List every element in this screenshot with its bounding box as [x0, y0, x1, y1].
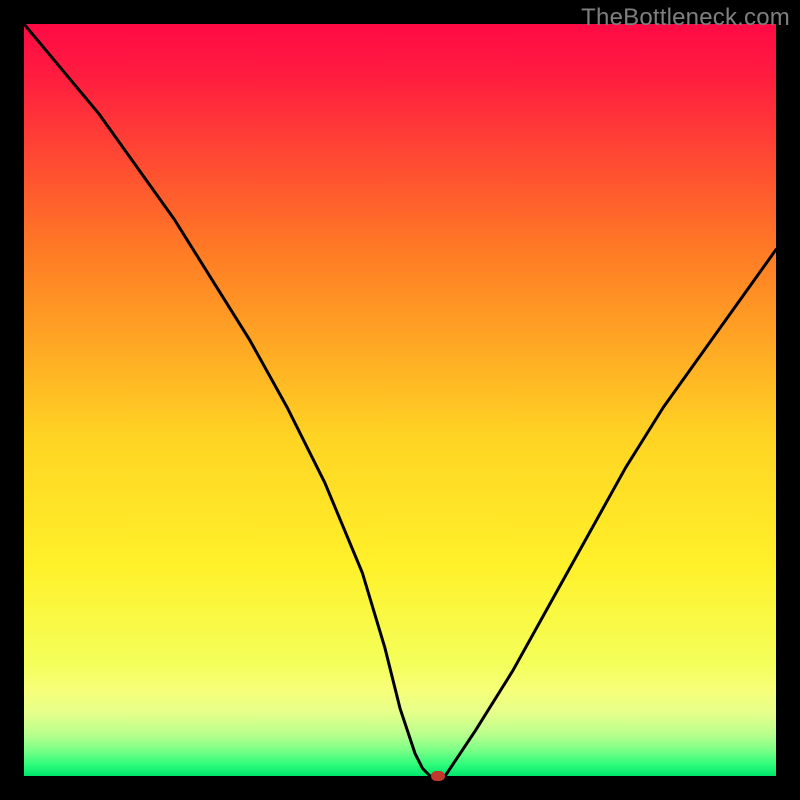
chart-frame: TheBottleneck.com	[0, 0, 800, 800]
plot-area	[24, 24, 776, 776]
plot-svg	[24, 24, 776, 776]
gradient-background	[24, 24, 776, 776]
optimal-marker	[431, 771, 445, 781]
watermark-text: TheBottleneck.com	[581, 4, 790, 32]
